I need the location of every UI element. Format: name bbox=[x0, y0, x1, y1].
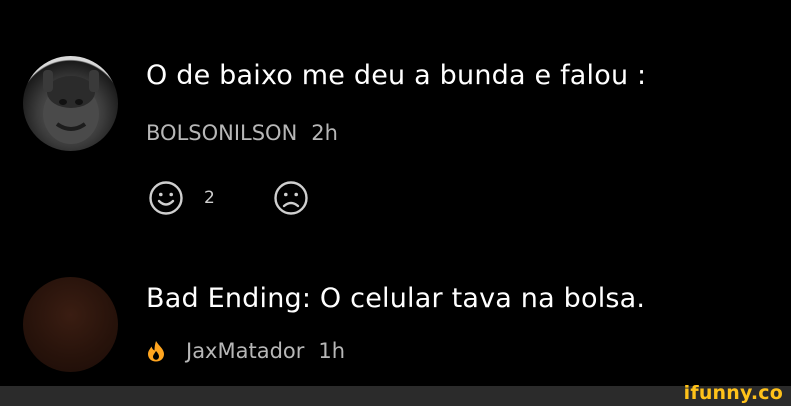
brand-watermark: ifunny.co bbox=[683, 382, 783, 404]
username[interactable]: JaxMatador bbox=[186, 339, 304, 363]
avatar-image bbox=[43, 70, 99, 144]
reactions: 2 bbox=[146, 178, 346, 218]
smile-icon bbox=[149, 181, 183, 215]
comment-meta: JaxMatador 1h bbox=[186, 339, 345, 363]
comment-text: Bad Ending: O celular tava na bolsa. bbox=[146, 283, 646, 314]
username[interactable]: BOLSONILSON bbox=[146, 121, 297, 145]
avatar[interactable] bbox=[23, 277, 118, 372]
sad-button[interactable] bbox=[271, 178, 311, 218]
timestamp: 1h bbox=[318, 339, 346, 363]
footer-bar: ifunny.co bbox=[0, 382, 791, 406]
timestamp: 2h bbox=[311, 121, 338, 145]
comment-meta: BOLSONILSON 2h bbox=[146, 121, 338, 145]
smile-count: 2 bbox=[204, 188, 215, 208]
fire-icon bbox=[148, 341, 164, 362]
smile-button[interactable] bbox=[146, 178, 186, 218]
avatar[interactable] bbox=[23, 56, 118, 151]
comment-text: O de baixo me deu a bunda e falou : bbox=[146, 60, 647, 91]
sad-face-icon bbox=[274, 181, 308, 215]
